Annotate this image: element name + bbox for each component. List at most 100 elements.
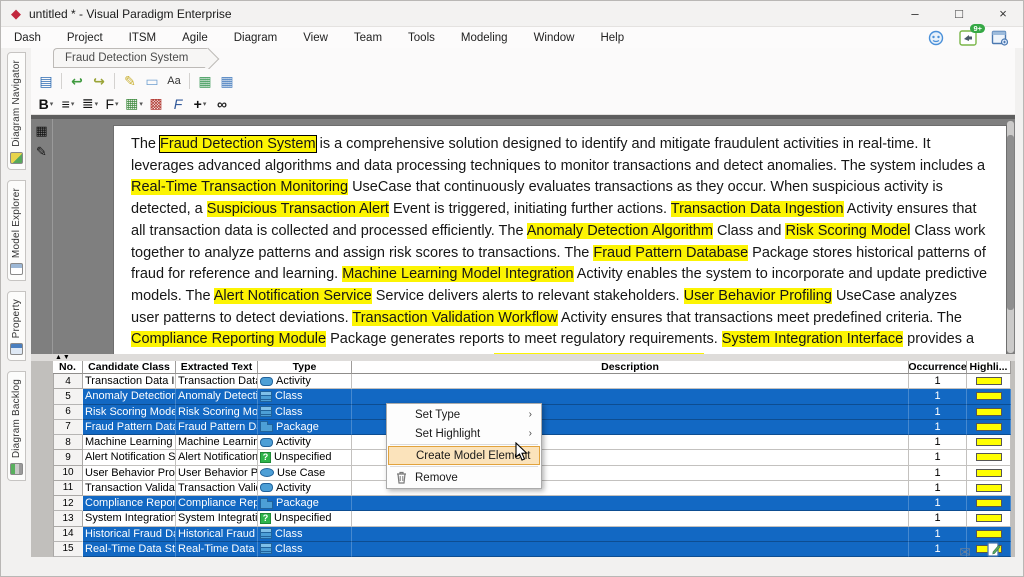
highlighted-term[interactable]: Alert Notification Service (214, 288, 372, 304)
highlight-color-swatch[interactable] (976, 514, 1002, 522)
find-button[interactable]: ∞ (212, 94, 232, 114)
type-cell[interactable]: Use Case (258, 466, 352, 481)
highlighted-term[interactable]: Anomaly Detection Algorithm (527, 223, 713, 239)
table-row[interactable]: 13System Integration InterfaceSystem Int… (53, 511, 1011, 526)
highlight-color-swatch[interactable] (976, 469, 1002, 477)
context-menu-item-set-highlight[interactable]: Set Highlight› (388, 424, 540, 443)
close-button[interactable]: × (981, 1, 1024, 26)
column-header-type[interactable]: Type (258, 361, 352, 374)
menu-item-itsm[interactable]: ITSM (116, 29, 169, 47)
type-cell[interactable]: Class (258, 542, 352, 557)
menu-item-dash[interactable]: Dash (1, 29, 54, 47)
highlight-color-cell[interactable] (967, 496, 1011, 511)
table-row[interactable]: 15Real-Time Data Stream ProcessorReal-Ti… (53, 542, 1011, 557)
collapse-expand-icon[interactable]: ▲▼ (55, 354, 71, 361)
maximize-button[interactable]: □ (937, 1, 981, 26)
edit-document-icon[interactable] (987, 542, 1001, 562)
minimize-button[interactable]: – (893, 1, 937, 26)
column-header-ext[interactable]: Extracted Text (176, 361, 258, 374)
announcements-icon[interactable]: 9+ (957, 28, 979, 48)
type-cell[interactable]: ?Unspecified (258, 511, 352, 526)
align-button[interactable]: ≡▾ (58, 94, 78, 114)
highlight-color-cell[interactable] (967, 466, 1011, 481)
context-menu-item-set-type[interactable]: Set Type› (388, 405, 540, 424)
menu-item-help[interactable]: Help (587, 29, 637, 47)
format-painter-button[interactable]: F (168, 94, 188, 114)
type-cell[interactable]: Activity (258, 481, 352, 496)
type-cell[interactable]: Class (258, 405, 352, 420)
type-cell[interactable]: Activity (258, 374, 352, 389)
highlight-color-cell[interactable] (967, 374, 1011, 389)
highlight-color-cell[interactable] (967, 389, 1011, 404)
highlight-color-cell[interactable] (967, 450, 1011, 465)
menu-item-project[interactable]: Project (54, 29, 116, 47)
table-row[interactable]: 14Historical Fraud Data RepositoryHistor… (53, 527, 1011, 542)
menu-item-team[interactable]: Team (341, 29, 395, 47)
highlight-color-swatch[interactable] (976, 530, 1002, 538)
text-analysis-icon[interactable]: ▤ (36, 71, 56, 91)
menu-item-view[interactable]: View (290, 29, 341, 47)
highlighted-term[interactable]: User Behavior Profiling (684, 288, 832, 304)
type-cell[interactable]: Package (258, 420, 352, 435)
column-header-desc[interactable]: Description (352, 361, 909, 374)
import-icon[interactable]: ↩ (67, 71, 87, 91)
font-style-icon[interactable]: Aa (164, 71, 184, 91)
open-panel-icon[interactable] (989, 28, 1011, 48)
table-button[interactable]: ▦▾ (124, 94, 144, 114)
sidebar-tab-property[interactable]: Property (7, 291, 26, 361)
highlight-color-swatch[interactable] (976, 499, 1002, 507)
menu-item-tools[interactable]: Tools (395, 29, 448, 47)
note-icon[interactable]: ▭ (142, 71, 162, 91)
table-row[interactable]: 12Compliance Reporting ModuleCompliance … (53, 496, 1011, 511)
type-cell[interactable]: Activity (258, 435, 352, 450)
highlight-color-swatch[interactable] (976, 438, 1002, 446)
dropdown-arrow-icon[interactable]: ▾ (203, 100, 207, 108)
highlighter-icon[interactable]: ✎ (120, 71, 140, 91)
column-header-hl[interactable]: Highli... (967, 361, 1011, 374)
sidebar-tab-diagram-backlog[interactable]: Diagram Backlog (7, 371, 26, 481)
dropdown-arrow-icon[interactable]: ▾ (95, 100, 99, 108)
column-header-occ[interactable]: Occurrence (909, 361, 967, 374)
highlight-color-cell[interactable] (967, 420, 1011, 435)
type-cell[interactable]: Class (258, 389, 352, 404)
highlight-color-swatch[interactable] (976, 453, 1002, 461)
sidebar-tab-model-explorer[interactable]: Model Explorer (7, 180, 26, 281)
canvas-vertical-scrollbar[interactable] (1007, 121, 1014, 353)
type-cell[interactable]: Class (258, 527, 352, 542)
diagram-layout-icon[interactable]: ▦ (217, 71, 237, 91)
highlight-color-cell[interactable] (967, 481, 1011, 496)
dropdown-arrow-icon[interactable]: ▾ (139, 100, 143, 108)
highlighted-term[interactable]: System Integration Interface (722, 331, 903, 347)
grid-icon[interactable]: ▦ (35, 124, 47, 137)
highlight-color-cell[interactable] (967, 511, 1011, 526)
color-palette-button[interactable]: ▩ (146, 94, 166, 114)
column-header-cand[interactable]: Candidate Class (83, 361, 176, 374)
panel-splitter[interactable]: ▲▼ (31, 354, 1015, 361)
highlight-color-cell[interactable] (967, 405, 1011, 420)
menu-item-modeling[interactable]: Modeling (448, 29, 521, 47)
table-row[interactable]: 4Transaction Data IngestionTransaction D… (53, 374, 1011, 389)
highlighted-term[interactable]: Transaction Data Ingestion (671, 201, 844, 217)
dropdown-arrow-icon[interactable]: ▾ (50, 100, 54, 108)
scrollbar-thumb[interactable] (1007, 135, 1014, 310)
dropdown-arrow-icon[interactable]: ▾ (115, 100, 119, 108)
highlighted-term[interactable]: Real-Time Transaction Monitoring (131, 179, 348, 195)
menu-item-diagram[interactable]: Diagram (221, 29, 290, 47)
export-icon[interactable]: ↪ (89, 71, 109, 91)
tab-fraud-detection-system[interactable]: Fraud Detection System (53, 48, 208, 68)
ai-assistant-icon[interactable] (925, 28, 947, 48)
highlighted-term[interactable]: Transaction Validation Workflow (352, 310, 557, 326)
bold-button[interactable]: B▾ (36, 94, 56, 114)
highlight-color-swatch[interactable] (976, 484, 1002, 492)
type-cell[interactable]: Package (258, 496, 352, 511)
highlight-color-cell[interactable] (967, 527, 1011, 542)
dropdown-arrow-icon[interactable]: ▾ (71, 100, 75, 108)
sidebar-tab-diagram-navigator[interactable]: Diagram Navigator (7, 52, 26, 170)
highlighted-term[interactable]: Fraud Pattern Database (593, 245, 748, 261)
highlighted-term[interactable]: Machine Learning Model Integration (342, 266, 573, 282)
add-button[interactable]: +▾ (190, 94, 210, 114)
context-menu-item-remove[interactable]: Remove (388, 468, 540, 487)
highlighted-term[interactable]: Fraud Detection System (160, 136, 316, 152)
highlight-color-cell[interactable] (967, 435, 1011, 450)
highlight-color-swatch[interactable] (976, 408, 1002, 416)
